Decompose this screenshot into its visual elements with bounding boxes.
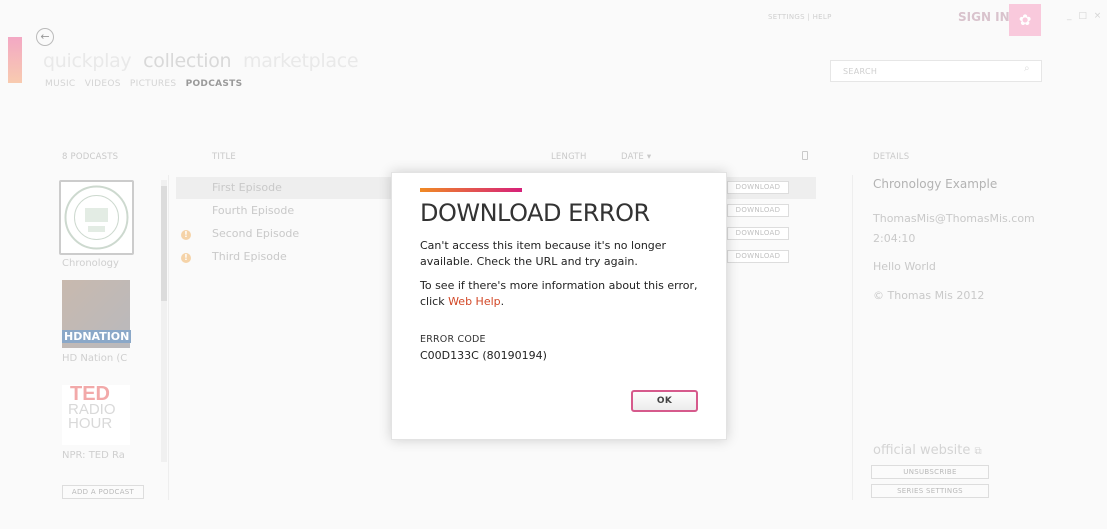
sub-nav: MUSIC VIDEOS PICTURES PODCASTS: [45, 79, 248, 89]
download-button[interactable]: DOWNLOAD: [727, 250, 789, 263]
col-header-title[interactable]: TITLE: [212, 152, 236, 162]
download-button[interactable]: DOWNLOAD: [727, 227, 789, 240]
podcasts-count: 8 PODCASTS: [62, 152, 119, 162]
dialog-help-suffix: .: [500, 295, 505, 308]
settings-link[interactable]: SETTINGS: [768, 13, 805, 21]
col-header-length[interactable]: LENGTH: [551, 152, 587, 162]
back-arrow-icon[interactable]: ←: [36, 28, 54, 46]
detail-duration: 2:04:10: [873, 232, 916, 245]
warning-icon: !: [181, 230, 191, 240]
podcast-label[interactable]: NPR: TED Ra: [62, 450, 125, 461]
official-website-label: official website: [873, 443, 971, 458]
episode-title[interactable]: Third Episode: [212, 250, 287, 272]
detail-description: Hello World: [873, 260, 936, 273]
pivot-quickplay[interactable]: quickplay: [43, 50, 132, 72]
series-settings-button[interactable]: SERIES SETTINGS: [871, 484, 989, 498]
warning-icon: !: [181, 253, 191, 263]
csu-seal-image: [64, 185, 129, 250]
avatar[interactable]: ✿: [1009, 4, 1041, 36]
link-separator: |: [807, 13, 811, 21]
window-controls[interactable]: _ □ ×: [1067, 11, 1103, 21]
pivot-nav: quickplay collection marketplace: [43, 50, 364, 72]
episode-title[interactable]: First Episode: [212, 181, 282, 203]
subnav-videos[interactable]: VIDEOS: [85, 79, 121, 89]
error-code-value: C00D133C (80190194): [420, 349, 547, 362]
subnav-music[interactable]: MUSIC: [45, 79, 76, 89]
col-header-date[interactable]: DATE ▾: [621, 152, 651, 162]
search-input[interactable]: SEARCH: [830, 60, 1042, 82]
subnav-pictures[interactable]: PICTURES: [130, 79, 177, 89]
web-help-link[interactable]: Web Help: [448, 295, 501, 308]
dialog-accent-bar: [420, 188, 522, 192]
detail-email: ThomasMis@ThomasMis.com: [873, 212, 1035, 225]
unsubscribe-button[interactable]: UNSUBSCRIBE: [871, 465, 989, 479]
detail-copyright: © Thomas Mis 2012: [873, 289, 985, 302]
podcast-label[interactable]: Chronology: [62, 258, 119, 269]
hd-nation-badge: HDNATION: [62, 330, 132, 343]
dialog-message: Can't access this item because it's no l…: [420, 239, 667, 268]
help-link[interactable]: HELP: [813, 13, 832, 21]
download-button[interactable]: DOWNLOAD: [727, 204, 789, 217]
episode-title[interactable]: Fourth Episode: [212, 204, 294, 226]
podcast-thumb-chronology[interactable]: [59, 180, 134, 255]
column-divider: [168, 175, 169, 500]
search-icon[interactable]: ⌕: [1024, 63, 1030, 74]
podcast-scroll-thumb[interactable]: [161, 186, 167, 301]
official-website-link[interactable]: official website ⧉: [873, 443, 982, 458]
device-icon: [802, 151, 808, 160]
pivot-collection[interactable]: collection: [143, 50, 231, 72]
podcast-thumb-ted-radio[interactable]: TED RADIO HOUR: [62, 384, 130, 445]
subnav-podcasts[interactable]: PODCASTS: [186, 79, 243, 89]
download-error-dialog: DOWNLOAD ERROR Can't access this item be…: [391, 172, 727, 440]
add-podcast-button[interactable]: ADD A PODCAST: [62, 485, 144, 499]
ted-logo-hour: HOUR: [68, 415, 113, 432]
download-button[interactable]: DOWNLOAD: [727, 181, 789, 194]
details-header: DETAILS: [873, 152, 910, 162]
detail-title: Chronology Example: [873, 177, 998, 191]
external-link-icon: ⧉: [974, 446, 982, 457]
episode-title[interactable]: Second Episode: [212, 227, 299, 249]
error-code-label: ERROR CODE: [420, 334, 486, 345]
podcast-thumb-hd-nation[interactable]: HDNATION: [62, 280, 132, 348]
sign-in-link[interactable]: SIGN IN: [958, 10, 1010, 24]
podcast-label[interactable]: HD Nation (C: [62, 353, 127, 364]
pivot-marketplace[interactable]: marketplace: [243, 50, 359, 72]
avatar-icon: ✿: [1018, 11, 1032, 29]
dialog-help-message: To see if there's more information about…: [420, 278, 710, 310]
top-links: SETTINGS | HELP: [768, 13, 832, 21]
ok-button[interactable]: OK: [631, 390, 698, 412]
column-divider: [852, 175, 853, 500]
brand-bar: [8, 37, 22, 83]
dialog-title: DOWNLOAD ERROR: [420, 199, 650, 227]
